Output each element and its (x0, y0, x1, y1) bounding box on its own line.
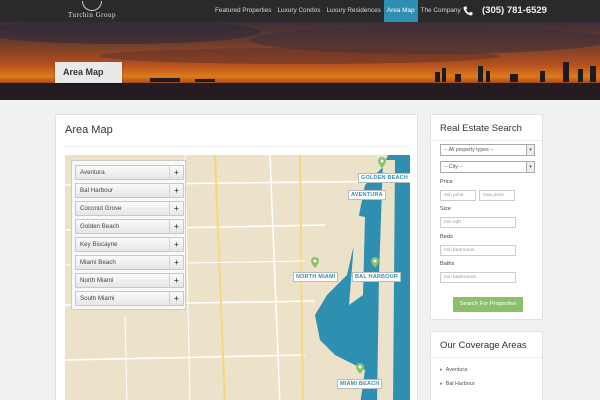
bullet-icon: ▸ (440, 381, 443, 387)
expand-plus-icon[interactable]: + (169, 256, 183, 270)
expand-plus-icon[interactable]: + (169, 166, 183, 180)
map-pin-icon[interactable] (311, 257, 319, 268)
map-label-aventura[interactable]: AVENTURA (348, 190, 386, 200)
phone-number: (305) 781-6529 (482, 5, 547, 16)
area-item-coconut-grove[interactable]: Coconut Grove + (75, 201, 184, 216)
coverage-item-label: Bal Harbour (445, 381, 475, 387)
nav-luxury-condos[interactable]: Luxury Condos (274, 0, 323, 22)
expand-plus-icon[interactable]: + (169, 220, 183, 234)
divider (431, 140, 542, 141)
area-item-key-biscayne[interactable]: Key Biscayne + (75, 237, 184, 252)
price-label: Price (440, 179, 453, 185)
real-estate-search-widget: Real Estate Search -- All property types… (430, 114, 543, 320)
coverage-item-aventura[interactable]: ▸ Aventura (440, 367, 467, 373)
beds-label: Beds (440, 234, 453, 240)
expand-plus-icon[interactable]: + (169, 202, 183, 216)
divider (431, 357, 542, 358)
min-bathrooms-input[interactable]: min bathrooms (440, 272, 516, 283)
min-price-input[interactable]: min price (440, 190, 476, 201)
baths-label: Baths (440, 261, 455, 267)
logo-text: Turchin Group (67, 11, 117, 19)
expand-plus-icon[interactable]: + (169, 292, 183, 306)
map-pin-icon[interactable] (356, 363, 364, 374)
page-title: Area Map (65, 124, 113, 136)
property-type-value: -- All property types -- (444, 147, 494, 153)
area-label: Key Biscayne (80, 241, 118, 248)
nav-area-map[interactable]: Area Map (383, 0, 418, 22)
expand-plus-icon[interactable]: + (169, 274, 183, 288)
top-navigation-bar: Turchin Group Featured Properties Luxury… (0, 0, 600, 22)
bullet-icon: ▸ (440, 367, 443, 373)
sunset-skyline-image (0, 22, 600, 100)
phone-icon (463, 6, 473, 16)
area-label: Miami Beach (80, 259, 116, 266)
area-label: North Miami (80, 277, 114, 284)
expand-plus-icon[interactable]: + (169, 184, 183, 198)
map-label-miami-beach[interactable]: MIAMI BEACH (337, 379, 383, 389)
divider (65, 146, 408, 147)
coverage-title: Our Coverage Areas (440, 340, 527, 351)
logo[interactable]: Turchin Group (56, 0, 128, 22)
coverage-item-label: Aventura (445, 367, 468, 373)
area-label: South Miami (80, 295, 115, 302)
coverage-item-bal-harbour[interactable]: ▸ Bal Harbour (440, 381, 474, 387)
expand-plus-icon[interactable]: + (169, 238, 183, 252)
area-label: Aventura (80, 169, 105, 176)
min-sqft-input[interactable]: min sqft (440, 217, 516, 228)
search-properties-button[interactable]: Search For Properties (453, 297, 523, 312)
area-label: Coconut Grove (80, 205, 122, 212)
map-pin-icon[interactable] (378, 157, 386, 168)
area-item-miami-beach[interactable]: Miami Beach + (75, 255, 184, 270)
dropdown-arrow-icon: ▾ (526, 162, 534, 172)
area-map[interactable]: Aventura + Bal Harbour + Coconut Grove + Go… (65, 155, 410, 400)
crest-icon (82, 1, 102, 11)
city-select[interactable]: -- City -- ▾ (440, 161, 535, 173)
nav-featured-properties[interactable]: Featured Properties (212, 0, 274, 22)
hero-title: Area Map (55, 62, 122, 83)
property-type-select[interactable]: -- All property types -- ▾ (440, 144, 535, 156)
size-label: Size (440, 206, 451, 212)
area-item-south-miami[interactable]: South Miami + (75, 291, 184, 306)
map-label-golden-beach[interactable]: GOLDEN BEACH (358, 173, 410, 183)
map-label-north-miami[interactable]: NORTH MIAMI (293, 272, 339, 282)
max-price-input[interactable]: max price (479, 190, 515, 201)
search-widget-title: Real Estate Search (440, 123, 522, 134)
area-item-north-miami[interactable]: North Miami + (75, 273, 184, 288)
map-label-bal-harbour[interactable]: BAL HARBOUR (352, 272, 402, 282)
area-map-panel: Area Map Aventura + Bal Harbour + Coconut … (55, 114, 418, 400)
area-label: Bal Harbour (80, 187, 114, 194)
nav-luxury-residences[interactable]: Luxury Residences (323, 0, 383, 22)
area-item-aventura[interactable]: Aventura + (75, 165, 184, 180)
main-nav: Featured Properties Luxury Condos Luxury… (212, 0, 464, 22)
map-pin-icon[interactable] (371, 257, 379, 268)
hero-banner: Area Map (0, 22, 600, 100)
dropdown-arrow-icon: ▾ (526, 145, 534, 155)
area-accordion: Aventura + Bal Harbour + Coconut Grove + Go… (71, 160, 186, 310)
city-value: -- City -- (444, 164, 463, 170)
nav-the-company[interactable]: The Company (418, 0, 464, 22)
min-bedrooms-input[interactable]: min bedrooms (440, 245, 516, 256)
area-item-bal-harbour[interactable]: Bal Harbour + (75, 183, 184, 198)
coverage-areas-widget: Our Coverage Areas ▸ Aventura ▸ Bal Harbou… (430, 331, 543, 400)
area-item-golden-beach[interactable]: Golden Beach + (75, 219, 184, 234)
area-label: Golden Beach (80, 223, 120, 230)
